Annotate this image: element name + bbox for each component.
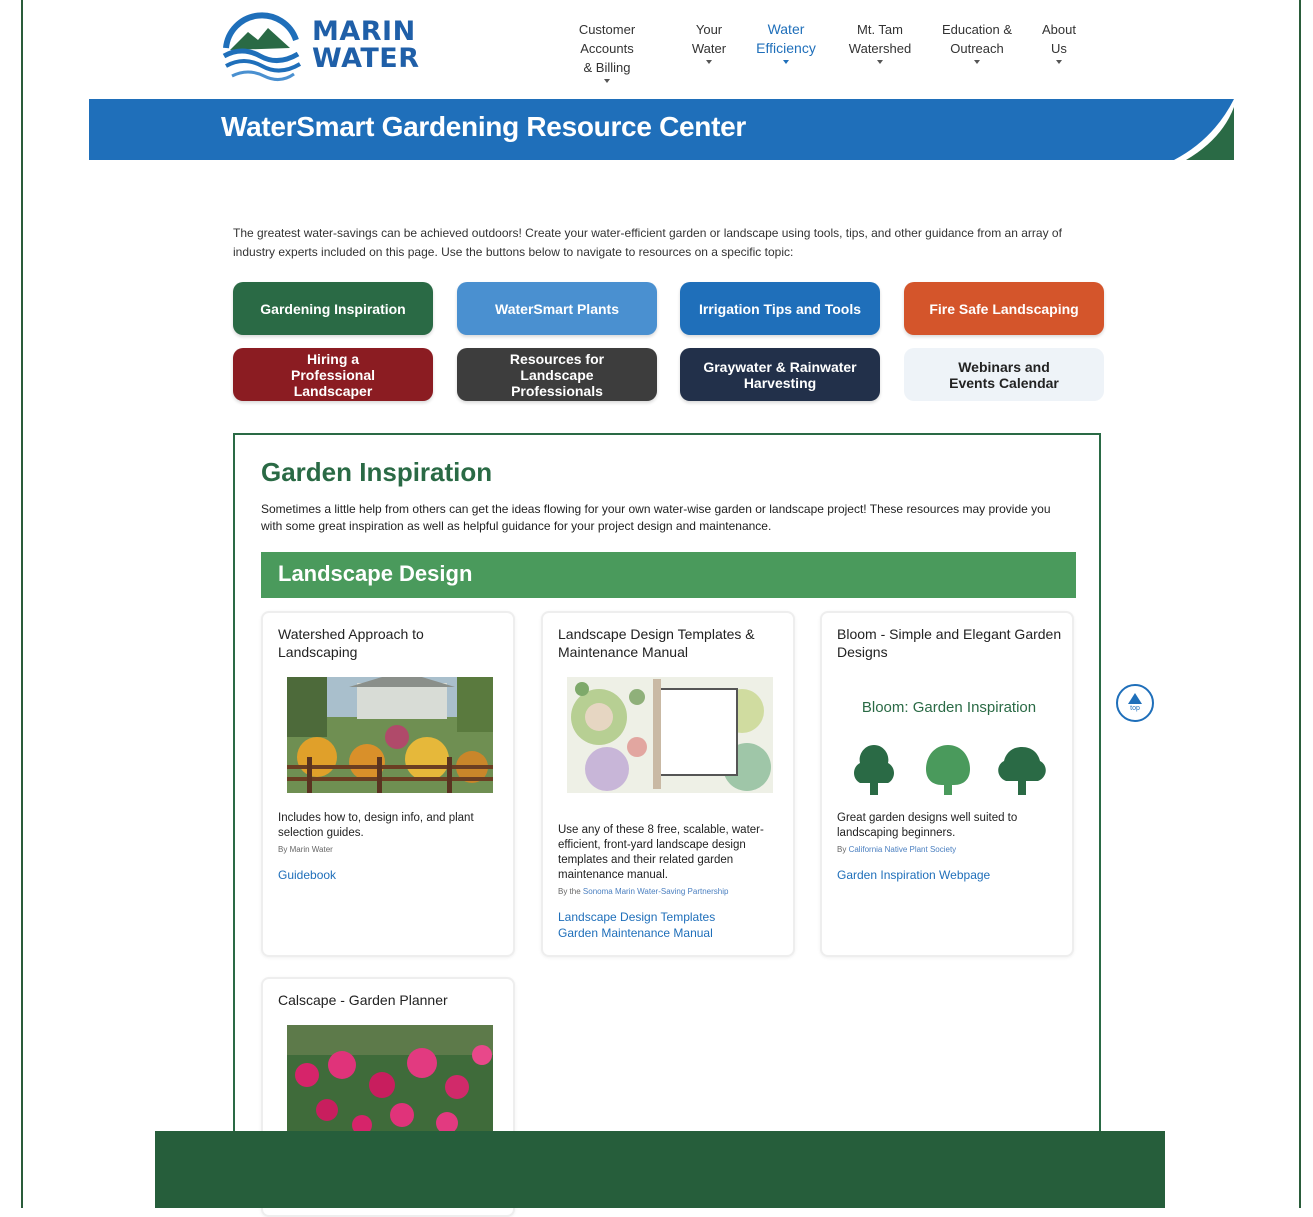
resource-card: Landscape Design Templates & Maintenance… bbox=[541, 611, 795, 957]
garden-photo bbox=[287, 677, 493, 793]
garden-inspiration-webpage-link[interactable]: Garden Inspiration Webpage bbox=[837, 867, 990, 883]
nav-customer-accounts[interactable]: Customer Accounts & Billing bbox=[553, 20, 661, 83]
card-title: Watershed Approach to Landscaping bbox=[278, 626, 424, 660]
back-to-top-button[interactable]: top bbox=[1116, 684, 1154, 722]
gardening-inspiration-button[interactable]: Gardening Inspiration bbox=[233, 282, 433, 335]
card-description: Use any of these 8 free, scalable, water… bbox=[558, 824, 764, 881]
nav-your-water[interactable]: Your Water bbox=[688, 20, 730, 64]
guidebook-link[interactable]: Guidebook bbox=[278, 867, 336, 883]
nav-education-outreach[interactable]: Education & Outreach bbox=[938, 20, 1016, 64]
page-banner: WaterSmart Gardening Resource Center bbox=[89, 99, 1234, 160]
card-title: Bloom - Simple and Elegant Garden Design… bbox=[837, 626, 1062, 660]
design-templates-link[interactable]: Landscape Design Templates bbox=[558, 909, 715, 925]
resource-card: Bloom - Simple and Elegant Garden Design… bbox=[820, 611, 1074, 957]
card-description: Great garden designs well suited to land… bbox=[837, 812, 1018, 839]
fire-safe-landscaping-button[interactable]: Fire Safe Landscaping bbox=[904, 282, 1104, 335]
caret-down-icon bbox=[604, 79, 610, 83]
arrow-up-icon bbox=[1128, 693, 1142, 704]
trees-icon bbox=[854, 745, 1046, 795]
card-attribution: By California Native Plant Society bbox=[837, 845, 957, 854]
intro-text: The greatest water-savings can be achiev… bbox=[233, 226, 1062, 259]
caret-down-icon bbox=[877, 60, 883, 64]
nav-water-efficiency[interactable]: Water Efficiency bbox=[752, 20, 820, 64]
maintenance-manual-link[interactable]: Garden Maintenance Manual bbox=[558, 925, 713, 941]
graywater-rainwater-button[interactable]: Graywater & Rainwater Harvesting bbox=[680, 348, 880, 401]
nav-mt-tam-watershed[interactable]: Mt. Tam Watershed bbox=[846, 20, 914, 64]
landscape-design-header: Landscape Design bbox=[261, 552, 1076, 598]
caret-down-icon bbox=[1056, 60, 1062, 64]
card-description: Includes how to, design info, and plant … bbox=[278, 812, 474, 839]
webinars-events-button[interactable]: Webinars and Events Calendar bbox=[904, 348, 1104, 401]
top-label: top bbox=[1130, 705, 1140, 712]
watersmart-plants-button[interactable]: WaterSmart Plants bbox=[457, 282, 657, 335]
irrigation-tips-button[interactable]: Irrigation Tips and Tools bbox=[680, 282, 880, 335]
logo-wordmark: MARIN WATER bbox=[312, 16, 420, 74]
page-frame-right bbox=[1299, 0, 1301, 1208]
landscape-professionals-button[interactable]: Resources for Landscape Professionals bbox=[457, 348, 657, 401]
nav-about-us[interactable]: About Us bbox=[1037, 20, 1081, 64]
bloom-heading: Bloom: Garden Inspiration bbox=[861, 699, 1037, 716]
footer-bar bbox=[155, 1131, 1165, 1208]
page-title: WaterSmart Gardening Resource Center bbox=[221, 111, 746, 142]
flowers-photo bbox=[287, 1025, 493, 1141]
banner-swoosh-icon bbox=[1174, 99, 1234, 160]
caret-down-icon bbox=[706, 60, 712, 64]
landscape-plan-image bbox=[567, 677, 773, 793]
section-title: Garden Inspiration bbox=[261, 457, 493, 487]
hiring-professional-button[interactable]: Hiring a Professional Landscaper bbox=[233, 348, 433, 401]
card-title: Landscape Design Templates & Maintenance… bbox=[558, 626, 755, 660]
logo-mark-icon bbox=[222, 12, 302, 81]
card-attribution: By the Sonoma Marin Water-Saving Partner… bbox=[558, 887, 729, 896]
section-description: Sometimes a little help from others can … bbox=[261, 502, 1051, 533]
resource-card: Watershed Approach to Landscaping Includ… bbox=[261, 611, 515, 957]
card-attribution: By Marin Water bbox=[278, 845, 333, 854]
caret-down-icon bbox=[974, 60, 980, 64]
caret-down-icon bbox=[783, 60, 789, 64]
page-frame-left bbox=[21, 0, 23, 1208]
card-title: Calscape - Garden Planner bbox=[278, 992, 448, 1008]
marin-water-logo[interactable]: MARIN WATER bbox=[220, 6, 419, 86]
garden-inspiration-section: Garden Inspiration Sometimes a little he… bbox=[233, 433, 1101, 1217]
subsection-title: Landscape Design bbox=[278, 561, 473, 586]
